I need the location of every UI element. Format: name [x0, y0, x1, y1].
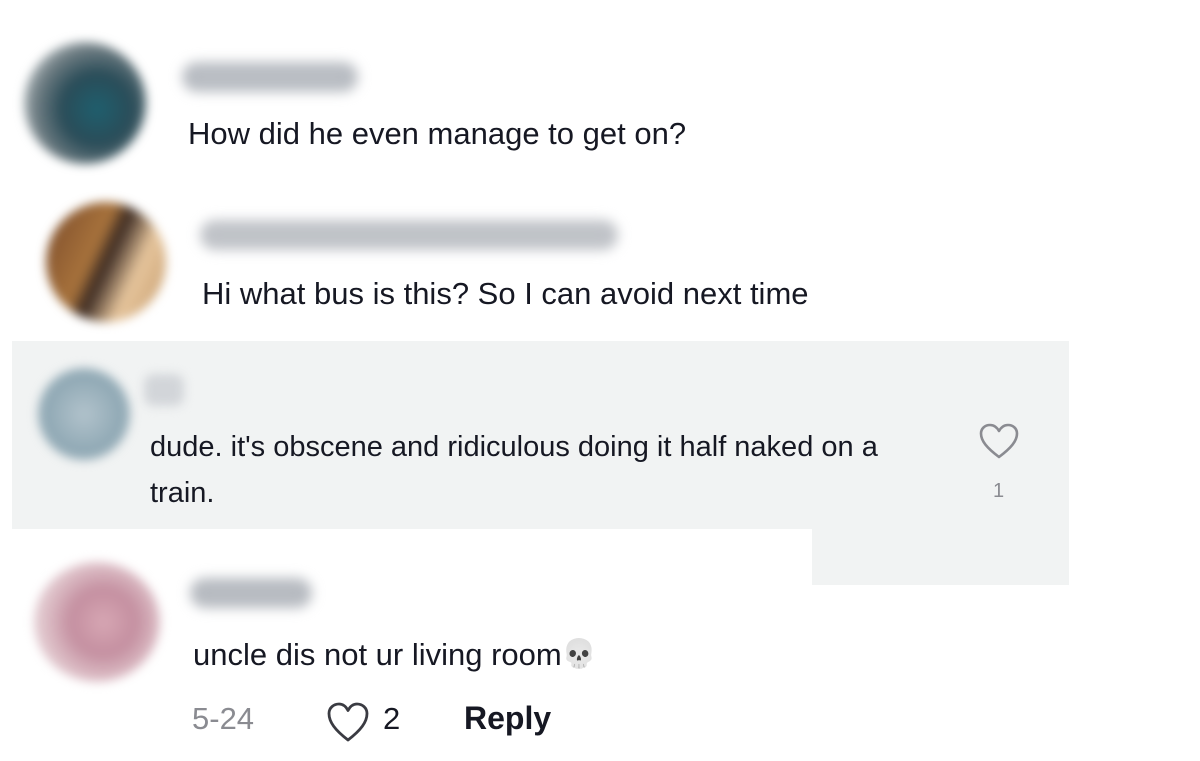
avatar[interactable] [46, 202, 166, 322]
username[interactable] [200, 220, 618, 250]
heart-outline-icon[interactable] [978, 422, 1020, 460]
avatar[interactable] [38, 368, 130, 460]
heart-outline-icon[interactable] [326, 701, 370, 743]
username[interactable] [190, 578, 312, 608]
comment-date: 5-24 [192, 701, 255, 736]
avatar[interactable] [34, 562, 160, 682]
skull-emoji: 💀 [561, 638, 597, 669]
like-count: 2 [383, 701, 401, 736]
highlight-panel-extension [812, 529, 1069, 585]
comment-text: uncle dis not ur living room💀 [193, 635, 597, 674]
like-count: 1 [993, 480, 1005, 502]
avatar[interactable] [24, 42, 146, 164]
comment-text: Hi what bus is this? So I can avoid next… [202, 276, 809, 311]
reply-button[interactable]: Reply [464, 700, 551, 737]
comment-text: How did he even manage to get on? [188, 116, 687, 151]
username[interactable] [144, 374, 184, 406]
comment-text: dude. it's obscene and ridiculous doing … [150, 431, 878, 509]
comment-text-content: uncle dis not ur living room [193, 637, 562, 672]
username[interactable] [182, 62, 358, 92]
